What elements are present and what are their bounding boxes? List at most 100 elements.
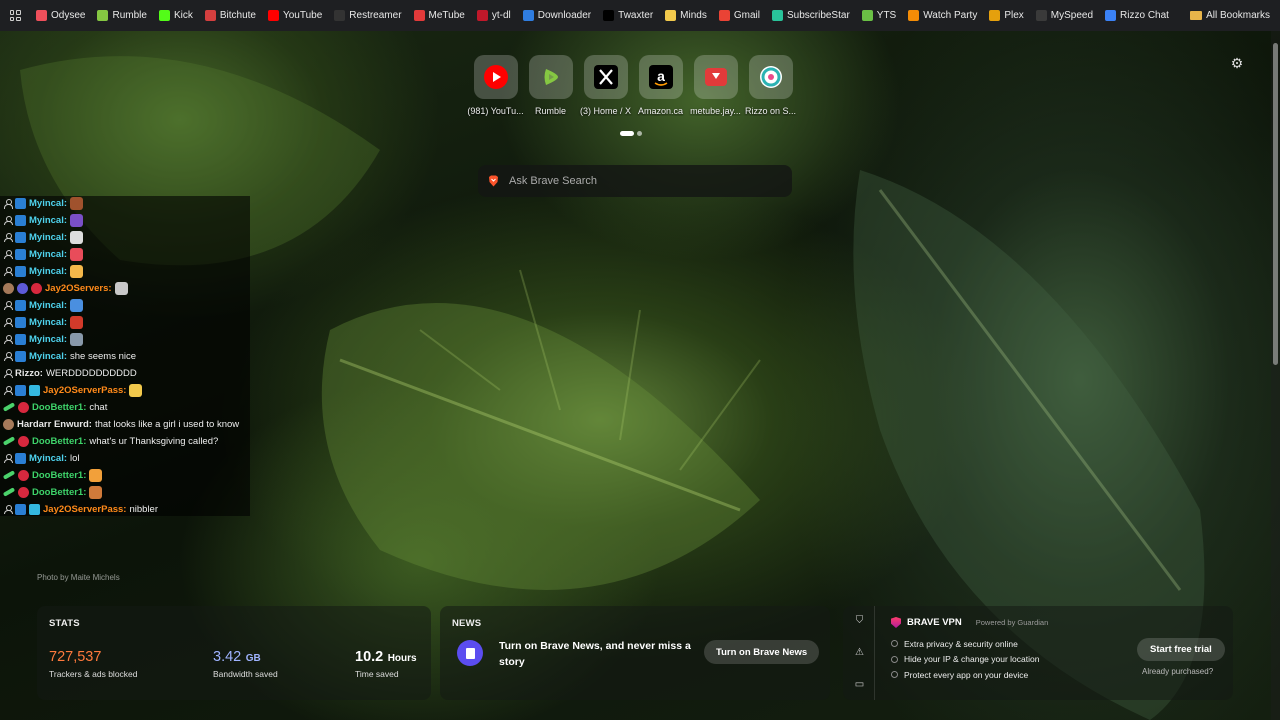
badge-icon xyxy=(15,333,26,345)
chat-username[interactable]: Jay2OServerPass: xyxy=(43,385,126,396)
time-caption: Time saved xyxy=(355,669,399,679)
bookmark-subscribestar[interactable]: SubscribeStar xyxy=(766,4,856,28)
chat-overlay: Myincal: Myincal: Myincal: Myincal: Myincal:… xyxy=(0,196,250,516)
chat-username[interactable]: DooBetter1: xyxy=(32,470,86,481)
stats-title: STATS xyxy=(49,618,80,629)
chat-username[interactable]: Myincal: xyxy=(29,249,67,260)
bookmark-yts[interactable]: YTS xyxy=(856,4,902,28)
warning-icon[interactable]: ⚠ xyxy=(854,647,865,658)
top-site-label: Amazon.ca xyxy=(637,106,684,116)
user-icon xyxy=(3,215,13,225)
chat-username[interactable]: Myincal: xyxy=(29,334,67,345)
pager-dot-active[interactable] xyxy=(620,131,634,136)
avatar xyxy=(3,282,14,294)
top-site-label: (3) Home / X xyxy=(579,106,631,116)
favicon-icon xyxy=(158,10,170,21)
top-site-tile[interactable]: a Amazon.ca xyxy=(633,55,688,116)
bookmark-label: Gmail xyxy=(733,10,760,21)
chat-username[interactable]: Rizzo: xyxy=(15,368,43,379)
bookmark-plex[interactable]: Plex xyxy=(983,4,1029,28)
start-free-trial-button[interactable]: Start free trial xyxy=(1137,638,1225,661)
turn-on-news-button[interactable]: Turn on Brave News xyxy=(704,640,820,664)
bookmark-twaxter[interactable]: Twaxter xyxy=(597,4,659,28)
emote-icon xyxy=(70,230,84,244)
chat-username[interactable]: Myincal: xyxy=(29,198,67,209)
chat-username[interactable]: Myincal: xyxy=(29,232,67,243)
search-input[interactable] xyxy=(509,175,769,187)
chat-username[interactable]: Myincal: xyxy=(29,317,67,328)
bookmark-watch-party[interactable]: Watch Party xyxy=(902,4,983,28)
chat-username[interactable]: Jay2OServers: xyxy=(45,283,112,294)
chat-message: Myincal: xyxy=(0,212,250,229)
user-icon xyxy=(3,504,13,514)
emote-icon xyxy=(89,468,103,482)
top-site-tile[interactable]: (981) YouTu... xyxy=(467,55,524,116)
badge-icon xyxy=(15,384,26,396)
scrollbar[interactable] xyxy=(1271,31,1280,720)
bookmark-minds[interactable]: Minds xyxy=(659,4,713,28)
bookmark-rumble[interactable]: Rumble xyxy=(91,4,152,28)
card-icon[interactable]: ▭ xyxy=(854,679,865,690)
top-site-tile[interactable]: metube.jay... xyxy=(688,55,743,116)
top-site-tile[interactable]: Rumble xyxy=(523,55,578,116)
favicon-icon xyxy=(204,10,216,21)
check-icon xyxy=(891,640,898,648)
bookmark-downloader[interactable]: Downloader xyxy=(517,4,597,28)
favicon-icon xyxy=(1105,10,1117,21)
chat-username[interactable]: Myincal: xyxy=(29,215,67,226)
all-bookmarks-button[interactable]: All Bookmarks xyxy=(1184,4,1280,28)
user-icon xyxy=(3,266,13,276)
search-box[interactable] xyxy=(478,165,792,197)
bookmark-youtube[interactable]: YouTube xyxy=(262,4,328,28)
bookmark-rizzo-chat[interactable]: Rizzo Chat xyxy=(1099,4,1175,28)
emote-icon xyxy=(70,315,84,329)
bookmark-metube[interactable]: MeTube xyxy=(408,4,471,28)
check-icon xyxy=(891,671,898,679)
chat-username[interactable]: DooBetter1: xyxy=(32,402,86,413)
already-purchased-link[interactable]: Already purchased? xyxy=(1142,667,1213,676)
bookmark-myspeed[interactable]: MySpeed xyxy=(1030,4,1099,28)
favicon-icon xyxy=(476,10,488,21)
bookmark-gmail[interactable]: Gmail xyxy=(713,4,766,28)
top-site-tile[interactable]: (3) Home / X xyxy=(578,55,633,116)
rumble-icon xyxy=(528,55,573,99)
shield-icon[interactable]: ⛉ xyxy=(854,615,865,626)
apps-grid-button[interactable] xyxy=(0,0,30,31)
scrollbar-thumb[interactable] xyxy=(1273,43,1278,365)
emote-icon xyxy=(114,281,128,295)
bookmark-label: Twaxter xyxy=(618,10,654,21)
amazon-icon: a xyxy=(638,55,683,99)
chat-username[interactable]: DooBetter1: xyxy=(32,487,86,498)
chat-username[interactable]: Myincal: xyxy=(29,453,67,464)
chat-username[interactable]: Myincal: xyxy=(29,266,67,277)
bookmark-label: Kick xyxy=(173,10,193,21)
user-icon xyxy=(3,351,13,361)
user-icon xyxy=(3,334,13,344)
chat-username[interactable]: Myincal: xyxy=(29,300,67,311)
bookmark-bitchute[interactable]: Bitchute xyxy=(199,4,262,28)
vpn-features: Extra privacy & security online Hide you… xyxy=(891,636,1039,683)
bookmark-yt-dl[interactable]: yt-dl xyxy=(471,4,517,28)
news-title: NEWS xyxy=(452,618,482,629)
bookmark-restreamer[interactable]: Restreamer xyxy=(328,4,407,28)
bookmark-kick[interactable]: Kick xyxy=(153,4,199,28)
bookmark-odysee[interactable]: Odysee xyxy=(30,4,91,28)
chat-username[interactable]: Jay2OServerPass: xyxy=(43,504,126,515)
user-icon xyxy=(3,453,13,463)
emote-icon xyxy=(70,264,84,278)
pager-dot[interactable] xyxy=(637,131,642,136)
top-site-tile[interactable]: Rizzo on S... xyxy=(743,55,798,116)
photo-credit[interactable]: Photo by Maite Michels xyxy=(37,573,120,582)
chat-message: Myincal: she seems nice xyxy=(0,348,250,365)
user-icon xyxy=(3,199,13,209)
avatar xyxy=(3,418,14,430)
time-value: 10.2 xyxy=(355,649,384,665)
customize-gear-icon[interactable]: ⚙ xyxy=(1228,54,1246,72)
chat-username[interactable]: Myincal: xyxy=(29,351,67,362)
trackers-value: 727,537 xyxy=(49,649,102,665)
bookmark-label: Rumble xyxy=(112,10,147,21)
user-icon xyxy=(3,249,13,259)
chat-username[interactable]: DooBetter1: xyxy=(32,436,86,447)
bookmark-label: Plex xyxy=(1004,10,1024,21)
chat-username[interactable]: Hardarr Enwurd: xyxy=(17,419,92,430)
